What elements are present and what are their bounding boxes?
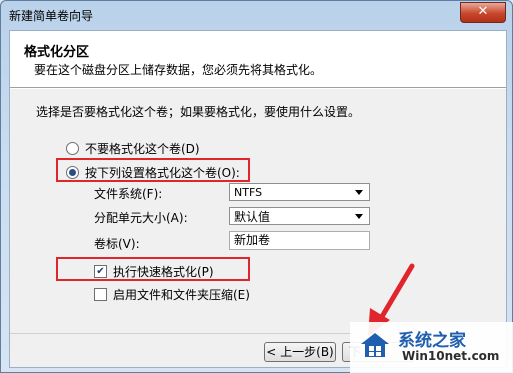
compression-label: 启用文件和文件夹压缩(E)	[113, 288, 250, 302]
allocation-label: 分配单元大小(A):	[94, 211, 188, 225]
page-title: 格式化分区	[24, 45, 90, 60]
chevron-down-icon[interactable]	[355, 213, 363, 219]
watermark-url: Win10net.com	[402, 349, 500, 363]
close-button[interactable]: ✕	[460, 2, 506, 23]
site-watermark: 系统之家 Win10net.com	[350, 322, 513, 373]
radio-no-format-label: 不要格式化这个卷(D)	[85, 142, 200, 156]
radio-format-with[interactable]: 按下列设置格式化这个卷(O):	[66, 164, 240, 181]
radio-button-selected-icon[interactable]	[66, 166, 79, 179]
header-divider	[10, 88, 506, 89]
wizard-header: 格式化分区 要在这个磁盘分区上储存数据，您必须先将其格式化。	[10, 31, 506, 88]
house-logo-icon	[361, 333, 389, 357]
back-button[interactable]: < 上一步(B)	[264, 342, 336, 362]
wizard-client-area: 格式化分区 要在这个磁盘分区上储存数据，您必须先将其格式化。 选择是否要格式化这…	[9, 30, 507, 368]
filesystem-label: 文件系统(F):	[94, 187, 163, 201]
chevron-down-icon[interactable]	[355, 189, 363, 195]
quick-format-label: 执行快速格式化(P)	[113, 265, 214, 279]
page-subtitle: 要在这个磁盘分区上储存数据，您必须先将其格式化。	[34, 63, 323, 77]
radio-button-icon[interactable]	[66, 142, 79, 155]
allocation-value: 默认值	[234, 209, 271, 224]
allocation-select[interactable]: 默认值	[229, 207, 370, 225]
window-title: 新建简单卷向导	[9, 9, 94, 23]
radio-no-format[interactable]: 不要格式化这个卷(D)	[66, 140, 200, 157]
instruction-text: 选择是否要格式化这个卷；如果要格式化，要使用什么设置。	[36, 105, 361, 119]
volume-label-input[interactable]: 新加卷	[229, 231, 370, 250]
title-bar[interactable]: 新建简单卷向导 ✕	[1, 1, 512, 29]
radio-format-with-label: 按下列设置格式化这个卷(O):	[85, 166, 240, 180]
filesystem-value: NTFS	[234, 185, 263, 199]
checkbox-icon[interactable]	[94, 288, 107, 301]
wizard-window: 新建简单卷向导 ✕ 格式化分区 要在这个磁盘分区上储存数据，您必须先将其格式化。…	[0, 0, 513, 373]
checkbox-quick-format[interactable]: 执行快速格式化(P)	[94, 263, 214, 280]
checkbox-compression[interactable]: 启用文件和文件夹压缩(E)	[94, 286, 250, 303]
checkbox-checked-icon[interactable]	[94, 265, 107, 278]
volume-label-label: 卷标(V):	[94, 237, 140, 251]
watermark-title: 系统之家	[398, 331, 466, 351]
filesystem-select[interactable]: NTFS	[229, 183, 370, 201]
